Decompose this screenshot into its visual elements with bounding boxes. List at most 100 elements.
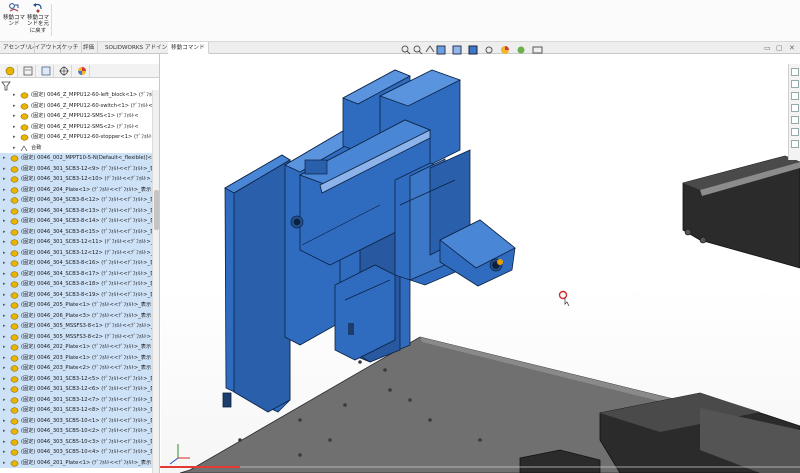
expand-arrow-icon[interactable]: ▸	[3, 153, 9, 164]
expand-arrow-icon[interactable]: ▸	[13, 132, 19, 143]
tree-component-row[interactable]: ▸ (固定) 0046_304_SCB3-8<12> (ﾃﾞﾌｫﾙﾄ<<ﾃﾞﾌｫﾙ…	[0, 195, 152, 206]
tree-component-row[interactable]: ▸ (固定) 0046_Z_MPPU12-60-switch<1> (ﾃﾞﾌｫﾙﾄ…	[0, 101, 152, 112]
tree-component-row[interactable]: ▸ (固定) 0046_305_MSSFS3-8<1> (ﾃﾞﾌｫﾙﾄ<<ﾃﾞﾌｫ…	[0, 321, 152, 332]
minimize-icon[interactable]: ▭	[764, 44, 771, 52]
feature-tree-tab[interactable]	[2, 65, 18, 77]
forum-icon[interactable]	[791, 140, 799, 148]
tree-component-row[interactable]: ▸ (固定) 0046_301_SCB3-12<5> (ﾃﾞﾌｫﾙﾄ<<ﾃﾞﾌｫﾙ…	[0, 373, 152, 385]
dimxpert-manager-tab[interactable]	[56, 65, 72, 77]
tree-component-row[interactable]: ▸ (固定) 0046_201_Plate<1> (ﾃﾞﾌｫﾙﾄ<<ﾃﾞﾌｫﾙﾄ>…	[0, 457, 152, 469]
tree-component-row[interactable]: ▸ (固定) 0046_303_SCB5-10<2> (ﾃﾞﾌｫﾙﾄ<<ﾃﾞﾌｫﾙ…	[0, 426, 152, 437]
tree-component-row[interactable]: ▸ (固定) 0046_301_SCB3-12<8> (ﾃﾞﾌｫﾙﾄ<<ﾃﾞﾌｫﾙ…	[0, 405, 152, 416]
expand-arrow-icon[interactable]: ▸	[3, 185, 9, 196]
expand-arrow-icon[interactable]: ▸	[3, 300, 9, 311]
move-command-button[interactable]: 移動コマ ンド	[2, 2, 26, 40]
expand-arrow-icon[interactable]: ▸	[3, 248, 9, 259]
expand-arrow-icon[interactable]: ▸	[3, 426, 9, 437]
component-icon	[20, 92, 29, 99]
tree-component-row[interactable]: ▸ (固定) 0046_Z_MPPU12-60-stopper<1> (ﾃﾞﾌｫﾙ…	[0, 132, 152, 143]
tree-component-row[interactable]: ▸ (固定) 0046_301_SCB3-12<6> (ﾃﾞﾌｫﾙﾄ<<ﾃﾞﾌｫﾙ…	[0, 384, 152, 395]
tree-component-row[interactable]: ▸ (固定) 0046_303_SCB5-10<1> (ﾃﾞﾌｫﾙﾄ<<ﾃﾞﾌｫﾙ…	[0, 415, 152, 427]
mates-folder[interactable]: ▸ 合致	[0, 143, 152, 154]
tree-component-row[interactable]: ▸ (固定) 0046_Z_MPPU12-SMS<1> (ﾃﾞﾌｫﾙﾄ<	[0, 111, 152, 122]
expand-arrow-icon[interactable]: ▸	[3, 405, 9, 416]
feature-tree-scrollbar[interactable]	[152, 90, 159, 473]
expand-arrow-icon[interactable]: ▸	[3, 374, 9, 385]
tree-component-row[interactable]: ▸ (固定) 0046_304_SCB3-8<19> (ﾃﾞﾌｫﾙﾄ<<ﾃﾞﾌｫﾙ…	[0, 289, 152, 301]
tree-component-row[interactable]: ▸ (固定) 0046_301_SCB3-12<12> (ﾃﾞﾌｫﾙﾄ<<ﾃﾞﾌｫ…	[0, 247, 152, 259]
tree-component-row[interactable]: ▸ (固定) 0046_206_Plate<3> (ﾃﾞﾌｫﾙﾄ<<ﾃﾞﾌｫﾙﾄ>…	[0, 310, 152, 322]
tree-component-row[interactable]: ▸ (固定) 0046_304_SCB3-8<16> (ﾃﾞﾌｫﾙﾄ<<ﾃﾞﾌｫﾙ…	[0, 258, 152, 269]
tab-solidworks-addins[interactable]: SOLIDWORKS アドイン	[102, 42, 172, 54]
expand-arrow-icon[interactable]: ▸	[13, 101, 19, 112]
expand-arrow-icon[interactable]: ▸	[3, 174, 9, 185]
expand-arrow-icon[interactable]: ▸	[3, 458, 9, 469]
tree-component-row[interactable]: ▸ (固定) 0046_304_SCB3-8<14> (ﾃﾞﾌｫﾙﾄ<<ﾃﾞﾌｫﾙ…	[0, 216, 152, 227]
expand-arrow-icon[interactable]: ▸	[3, 332, 9, 343]
view-palette-icon[interactable]	[791, 104, 799, 112]
tree-component-row[interactable]: ▸ (固定) 0046_301_SCB3-12<11> (ﾃﾞﾌｫﾙﾄ<<ﾃﾞﾌｫ…	[0, 237, 152, 248]
expand-arrow-icon[interactable]: ▸	[3, 269, 9, 280]
expand-arrow-icon[interactable]: ▸	[13, 122, 19, 133]
tab-evaluate[interactable]: 評価	[80, 42, 99, 54]
tab-move-command[interactable]: 移動コマンド	[168, 42, 209, 54]
expand-arrow-icon[interactable]: ▸	[3, 279, 9, 290]
tree-component-row[interactable]: ▸ (固定) 0046_Z_MPPU12-60-left_block<1> (ﾃﾞ…	[0, 90, 152, 101]
expand-arrow-icon[interactable]: ▸	[3, 384, 9, 395]
tree-component-row[interactable]: ▸ (固定) 0046_203_Plate<1> (ﾃﾞﾌｫﾙﾄ<<ﾃﾞﾌｫﾙﾄ>…	[0, 352, 152, 364]
tree-component-row[interactable]: ▸ (固定) 0046_304_SCB3-8<13> (ﾃﾞﾌｫﾙﾄ<<ﾃﾞﾌｫﾙ…	[0, 205, 152, 217]
tree-component-row[interactable]: ▸ (固定) 0046_301_SCB3-12<7> (ﾃﾞﾌｫﾙﾄ<<ﾃﾞﾌｫﾙ…	[0, 394, 152, 406]
expand-arrow-icon[interactable]: ▸	[3, 353, 9, 364]
graphics-area[interactable]	[161, 54, 800, 473]
assembly-model[interactable]	[161, 54, 800, 473]
tree-component-row[interactable]: ▸ (固定) 0046_301_SCB3-12<9> (ﾃﾞﾌｫﾙﾄ<<ﾃﾞﾌｫﾙ…	[0, 163, 152, 175]
expand-arrow-icon[interactable]: ▸	[3, 395, 9, 406]
tree-component-row[interactable]: ▸ (固定) 0046_205_Plate<1> (ﾃﾞﾌｫﾙﾄ<<ﾃﾞﾌｫﾙﾄ>…	[0, 300, 152, 311]
restore-icon[interactable]: ▢	[776, 44, 783, 52]
scrollbar-thumb[interactable]	[154, 190, 159, 230]
tree-component-row[interactable]: ▸ (固定) 0046_303_SCB5-10<3> (ﾃﾞﾌｫﾙﾄ<<ﾃﾞﾌｫﾙ…	[0, 436, 152, 448]
display-manager-tab[interactable]	[74, 65, 90, 77]
tree-component-row[interactable]: ▸ (固定) 0046_304_SCB3-8<15> (ﾃﾞﾌｫﾙﾄ<<ﾃﾞﾌｫﾙ…	[0, 226, 152, 238]
video-progress-track[interactable]	[160, 466, 800, 468]
tree-component-row[interactable]: ▸ (固定) 0046_301_SCB3-12<10> (ﾃﾞﾌｫﾙﾄ<<ﾃﾞﾌｫ…	[0, 174, 152, 185]
tree-component-row[interactable]: ▸ (固定) 0046_002_MPPT10-5-N(Default<_flexi…	[0, 153, 152, 164]
tree-component-row[interactable]: ▸ (固定) 0046_305_MSSFS3-8<2> (ﾃﾞﾌｫﾙﾄ<<ﾃﾞﾌｫ…	[0, 331, 152, 343]
expand-arrow-icon[interactable]: ▸	[3, 195, 9, 206]
video-progress-bar[interactable]	[160, 466, 240, 468]
expand-arrow-icon[interactable]: ▸	[3, 363, 9, 374]
tree-component-row[interactable]: ▸ (固定) 0046_303_SCB5-10<4> (ﾃﾞﾌｫﾙﾄ<<ﾃﾞﾌｫﾙ…	[0, 447, 152, 458]
property-manager-tab[interactable]	[20, 65, 36, 77]
design-library-icon[interactable]	[791, 80, 799, 88]
expand-arrow-icon[interactable]: ▸	[3, 321, 9, 332]
appearances-icon[interactable]	[791, 116, 799, 124]
expand-arrow-icon[interactable]: ▸	[3, 447, 9, 458]
expand-arrow-icon[interactable]: ▸	[13, 111, 19, 122]
expand-arrow-icon[interactable]: ▸	[3, 258, 9, 269]
expand-arrow-icon[interactable]: ▸	[3, 206, 9, 217]
undo-move-button[interactable]: 移動コマ ンドを元 に戻す	[26, 2, 50, 40]
custom-properties-icon[interactable]	[791, 128, 799, 136]
file-explorer-icon[interactable]	[791, 92, 799, 100]
expand-arrow-icon[interactable]: ▸	[3, 437, 9, 448]
expand-arrow-icon[interactable]: ▸	[3, 290, 9, 301]
expand-arrow-icon[interactable]: ▸	[3, 311, 9, 322]
expand-arrow-icon[interactable]: ▸	[3, 342, 9, 353]
tree-component-row[interactable]: ▸ (固定) 0046_202_Plate<1> (ﾃﾞﾌｫﾙﾄ<<ﾃﾞﾌｫﾙﾄ>…	[0, 342, 152, 353]
expand-arrow-icon[interactable]: ▸	[3, 227, 9, 238]
tree-component-row[interactable]: ▸ (固定) 0046_304_SCB3-8<18> (ﾃﾞﾌｫﾙﾄ<<ﾃﾞﾌｫﾙ…	[0, 279, 152, 290]
tree-component-row[interactable]: ▸ (固定) 0046_203_Plate<2> (ﾃﾞﾌｫﾙﾄ<<ﾃﾞﾌｫﾙﾄ>…	[0, 363, 152, 374]
expand-arrow-icon[interactable]: ▸	[3, 216, 9, 227]
tab-sketch[interactable]: スケッチ	[53, 42, 83, 54]
tree-component-row[interactable]: ▸ (固定) 0046_304_SCB3-8<17> (ﾃﾞﾌｫﾙﾄ<<ﾃﾞﾌｫﾙ…	[0, 268, 152, 280]
expand-arrow-icon[interactable]: ▸	[3, 237, 9, 248]
tree-component-row[interactable]: ▸ (固定) 0046_204_Plate<1> (ﾃﾞﾌｫﾙﾄ<<ﾃﾞﾌｫﾙﾄ>…	[0, 184, 152, 196]
expand-arrow-icon[interactable]: ▸	[13, 143, 19, 154]
configuration-manager-tab[interactable]	[38, 65, 54, 77]
expand-arrow-icon[interactable]: ▸	[3, 416, 9, 427]
tree-component-row[interactable]: ▸ (固定) 0046_Z_MPPU12-SMS<2> (ﾃﾞﾌｫﾙﾄ<	[0, 122, 152, 133]
solidworks-resources-icon[interactable]	[791, 68, 799, 76]
expand-arrow-icon[interactable]: ▸	[3, 164, 9, 175]
expand-arrow-icon[interactable]: ▸	[13, 90, 19, 101]
close-icon[interactable]: ✕	[789, 44, 795, 52]
